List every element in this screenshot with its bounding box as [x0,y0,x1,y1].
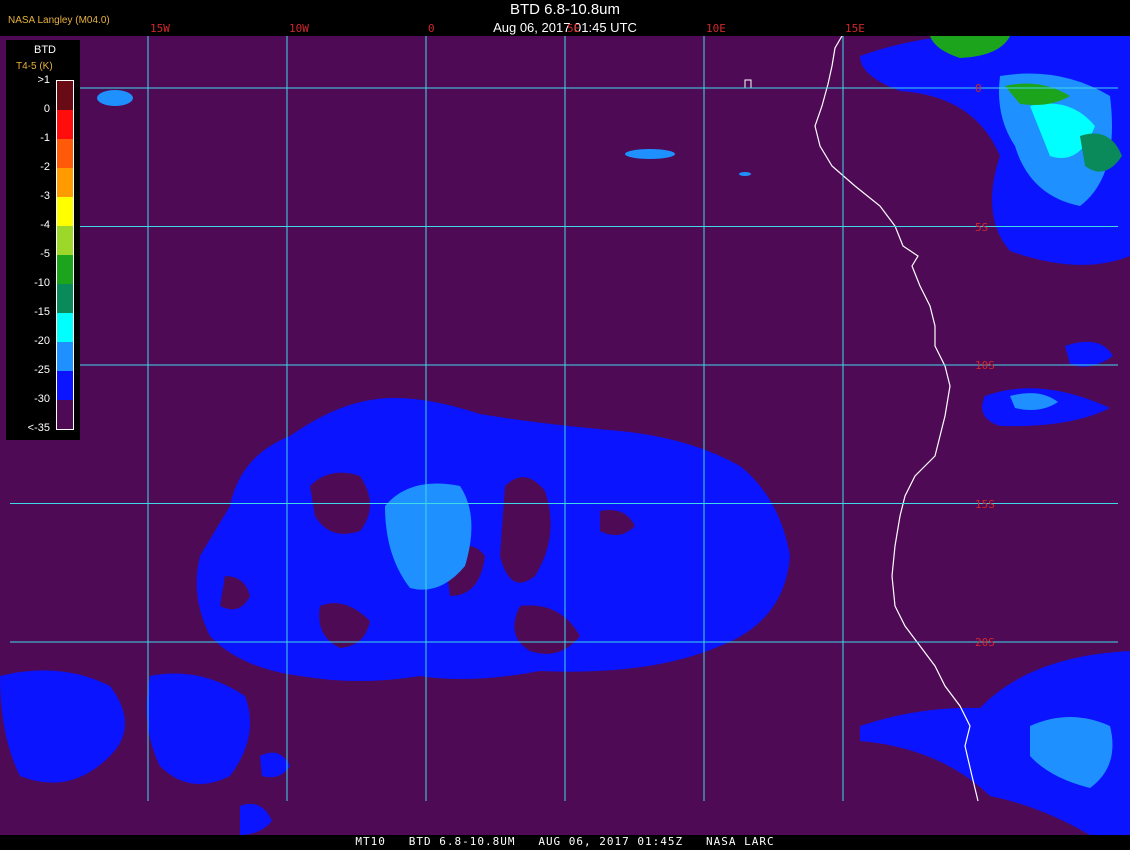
legend-swatch [57,400,73,429]
longitude-label: 15W [150,22,170,35]
legend-label: -30 [34,393,50,405]
legend-label: <-35 [27,422,50,434]
legend-label: -20 [34,335,50,347]
longitude-label: 15E [845,22,865,35]
legend-title: BTD [34,44,56,56]
longitude-label: 10W [289,22,309,35]
legend-label: -10 [34,277,50,289]
legend-subtitle: T4-5 (K) [16,61,53,72]
latitude-label: 5S [975,220,989,234]
legend-swatch [57,226,73,255]
latitude-label: 15S [975,497,995,511]
legend-swatch [57,255,73,284]
longitude-label: 10E [706,22,726,35]
legend-colorbar [56,80,74,430]
legend-label: -3 [40,190,50,202]
legend-swatch [57,197,73,226]
legend-swatch [57,284,73,313]
legend-label: -15 [34,306,50,318]
satellite-map[interactable] [0,36,1130,835]
legend-label: -4 [40,219,50,231]
latitude-label: 10S [975,359,995,372]
latitude-label: 0 [975,82,982,95]
legend-swatch [57,342,73,371]
latitude-label: 20S [975,636,995,649]
legend-swatch [57,110,73,139]
legend-label: >1 [37,74,50,86]
legend-swatch [57,139,73,168]
footer-caption: MT10 BTD 6.8-10.8UM AUG 06, 2017 01:45Z … [0,835,1130,850]
legend-label: 0 [43,103,50,115]
product-title: BTD 6.8-10.8um [509,1,621,18]
legend-swatch [57,371,73,400]
legend-swatch [57,81,73,110]
legend-label: -2 [40,161,50,173]
legend-swatch [57,313,73,342]
legend-label: -25 [34,364,50,376]
legend-label: -5 [40,248,50,260]
color-legend: BTD T4-5 (K) >1 0 -1 -2 -3 -4 -5 -10 -15 -20 -25 -3… [6,40,80,440]
legend-swatch [57,168,73,197]
longitude-label: 5E [567,22,581,35]
legend-label: -1 [40,132,50,144]
longitude-label: 0 [428,22,435,35]
